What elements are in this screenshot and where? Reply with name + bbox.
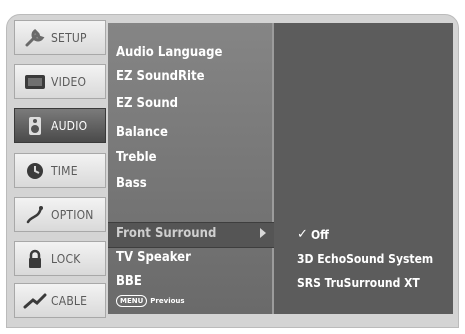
option-off[interactable]: Off (311, 224, 329, 246)
sidebar-item-label: AUDIO (51, 118, 88, 133)
menu-item-treble[interactable]: Treble (116, 147, 157, 169)
option-icon (23, 204, 47, 226)
menu-item-front-surround[interactable]: Front Surround (116, 223, 216, 245)
previous-label: Previous (150, 297, 185, 305)
menu-item-balance[interactable]: Balance (116, 122, 168, 144)
menu-item-bass[interactable]: Bass (116, 173, 147, 195)
previous-hint: MENU Previous (116, 295, 185, 307)
option-srs-trusurround[interactable]: SRS TruSurround XT (297, 272, 420, 294)
category-sidebar: SETUP VIDEO AUDIO TIME OPTION LOCK CABLE (14, 20, 106, 318)
lock-icon (23, 248, 47, 270)
menu-key-icon: MENU (116, 295, 148, 307)
tv-icon (23, 71, 47, 93)
speaker-icon (23, 115, 47, 137)
option-3d-echosound[interactable]: 3D EchoSound System (297, 248, 433, 270)
audio-menu-panel: Audio Language EZ SoundRite EZ Sound Bal… (108, 23, 453, 314)
sidebar-item-label: TIME (51, 163, 78, 178)
clock-icon (23, 160, 47, 182)
sidebar-item-audio[interactable]: AUDIO (14, 108, 106, 143)
sidebar-item-label: LOCK (51, 251, 81, 266)
wrench-icon (23, 27, 47, 49)
audio-menu-list: Audio Language EZ SoundRite EZ Sound Bal… (108, 23, 274, 314)
check-icon: ✓ (297, 227, 308, 242)
sidebar-item-lock[interactable]: LOCK (14, 241, 106, 276)
sidebar-item-label: CABLE (51, 293, 88, 308)
sidebar-item-time[interactable]: TIME (14, 153, 106, 188)
chevron-right-icon (260, 228, 266, 238)
cable-icon (23, 290, 47, 312)
menu-item-ez-sound[interactable]: EZ Sound (116, 93, 178, 115)
menu-item-tv-speaker[interactable]: TV Speaker (116, 247, 191, 269)
sidebar-item-label: OPTION (51, 207, 94, 222)
sidebar-item-cable[interactable]: CABLE (14, 283, 106, 318)
sidebar-item-label: SETUP (51, 30, 87, 45)
sidebar-item-setup[interactable]: SETUP (14, 20, 106, 55)
menu-item-ez-soundrite[interactable]: EZ SoundRite (116, 66, 205, 88)
menu-item-bbe[interactable]: BBE (116, 271, 142, 293)
menu-item-audio-language[interactable]: Audio Language (116, 42, 222, 64)
sidebar-item-video[interactable]: VIDEO (14, 64, 106, 99)
sidebar-item-option[interactable]: OPTION (14, 197, 106, 232)
sidebar-item-label: VIDEO (51, 74, 87, 89)
